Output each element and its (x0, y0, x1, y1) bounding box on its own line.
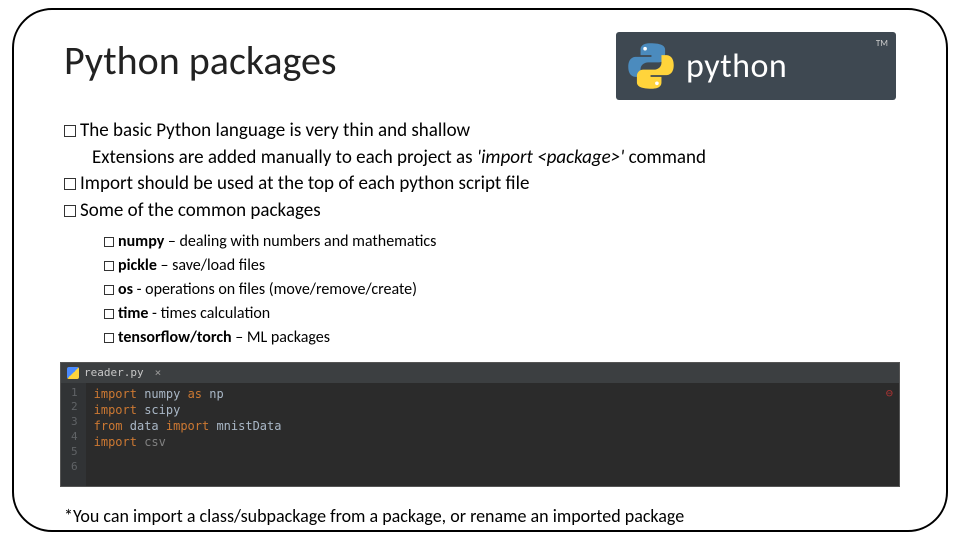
package-name: os (118, 280, 133, 299)
kw-import: import (166, 419, 217, 433)
package-desc: ML packages (247, 328, 330, 347)
editor-tab: reader.py × (61, 363, 899, 383)
package-item: os - operations on files (move/remove/cr… (104, 278, 896, 301)
code-body: ⊖ import numpy as np import scipy from d… (86, 383, 899, 486)
package-desc: operations on files (move/remove/create) (145, 280, 417, 299)
package-item: numpy – dealing with numbers and mathema… (104, 230, 896, 253)
package-name: numpy (118, 232, 164, 251)
code-editor: reader.py × 1 2 3 4 5 6 ⊖ import numpy a… (60, 362, 900, 487)
package-sep: – (164, 232, 179, 251)
bullet-box-icon (64, 178, 76, 190)
code-line (94, 450, 891, 466)
kw-import: import (94, 403, 145, 417)
code-line: import csv (94, 434, 891, 450)
bullet-1: The basic Python language is very thin a… (64, 118, 896, 144)
slide-title: Python packages (64, 36, 337, 85)
line-number: 1 (71, 386, 78, 401)
editor-tab-name: reader.py (84, 366, 144, 379)
package-sep: - (133, 280, 145, 299)
bullet-box-icon (64, 205, 76, 217)
code-ident: np (209, 387, 223, 401)
code-line (94, 466, 891, 482)
bullet-1-sub-text-ital: 'import <package>' (477, 146, 624, 169)
line-number: 2 (71, 400, 78, 415)
code-ident: csv (144, 435, 166, 449)
code-ident: scipy (144, 403, 180, 417)
code-ident: numpy (144, 387, 187, 401)
package-desc: save/load files (172, 256, 265, 275)
bullet-3: Some of the common packages (64, 198, 896, 224)
bullet-box-icon (104, 261, 114, 271)
slide-frame: Python packages python TM The basic Pyth… (12, 8, 948, 532)
package-sep: – (157, 256, 172, 275)
line-number: 6 (71, 460, 78, 475)
title-row: Python packages python TM (64, 32, 896, 100)
package-name: pickle (118, 256, 157, 275)
kw-import: import (94, 387, 145, 401)
error-marker-icon: ⊖ (886, 385, 893, 401)
code-ident: data (130, 419, 166, 433)
bullet-1-text: The basic Python language is very thin a… (80, 119, 470, 142)
bullet-box-icon (64, 125, 76, 137)
code-lines: 1 2 3 4 5 6 ⊖ import numpy as np import … (61, 383, 899, 486)
package-desc: dealing with numbers and mathematics (179, 232, 436, 251)
line-number: 4 (71, 430, 78, 445)
code-line: import numpy as np (94, 386, 891, 402)
bullet-box-icon (104, 237, 114, 247)
main-bullets: The basic Python language is very thin a… (64, 118, 896, 350)
bullet-1-sub-text-b: command (624, 146, 706, 169)
kw-import: import (94, 435, 145, 449)
python-file-icon (67, 367, 79, 379)
python-logo: python TM (616, 32, 896, 100)
close-icon: × (155, 366, 162, 379)
package-desc: times calculation (161, 304, 271, 323)
bullet-2: Import should be used at the top of each… (64, 171, 896, 197)
bullet-3-text: Some of the common packages (80, 199, 321, 222)
bullet-1-sub: Extensions are added manually to each pr… (64, 145, 896, 171)
package-item: time - times calculation (104, 302, 896, 325)
line-gutter: 1 2 3 4 5 6 (61, 383, 86, 486)
python-logo-tm: TM (876, 38, 888, 49)
bullet-box-icon (104, 333, 114, 343)
package-item: pickle – save/load files (104, 254, 896, 277)
code-line: import scipy (94, 402, 891, 418)
line-number: 3 (71, 415, 78, 430)
package-name: time (118, 304, 148, 323)
package-item: tensorflow/torch – ML packages (104, 326, 896, 349)
python-snakes-icon (626, 41, 676, 91)
code-ident: mnistData (216, 419, 281, 433)
bullet-box-icon (104, 309, 114, 319)
package-name: tensorflow/torch (118, 328, 232, 347)
python-logo-text: python (686, 46, 787, 87)
kw-as: as (188, 387, 210, 401)
bullet-1-sub-text-a: Extensions are added manually to each pr… (92, 146, 477, 169)
package-bullets: numpy – dealing with numbers and mathema… (64, 230, 896, 350)
package-sep: – (232, 328, 247, 347)
line-number: 5 (71, 445, 78, 460)
footnote: *You can import a class/subpackage from … (64, 505, 896, 527)
kw-from: from (94, 419, 130, 433)
package-sep: - (148, 304, 160, 323)
code-line: from data import mnistData (94, 418, 891, 434)
bullet-box-icon (104, 285, 114, 295)
bullet-2-text: Import should be used at the top of each… (80, 172, 529, 195)
